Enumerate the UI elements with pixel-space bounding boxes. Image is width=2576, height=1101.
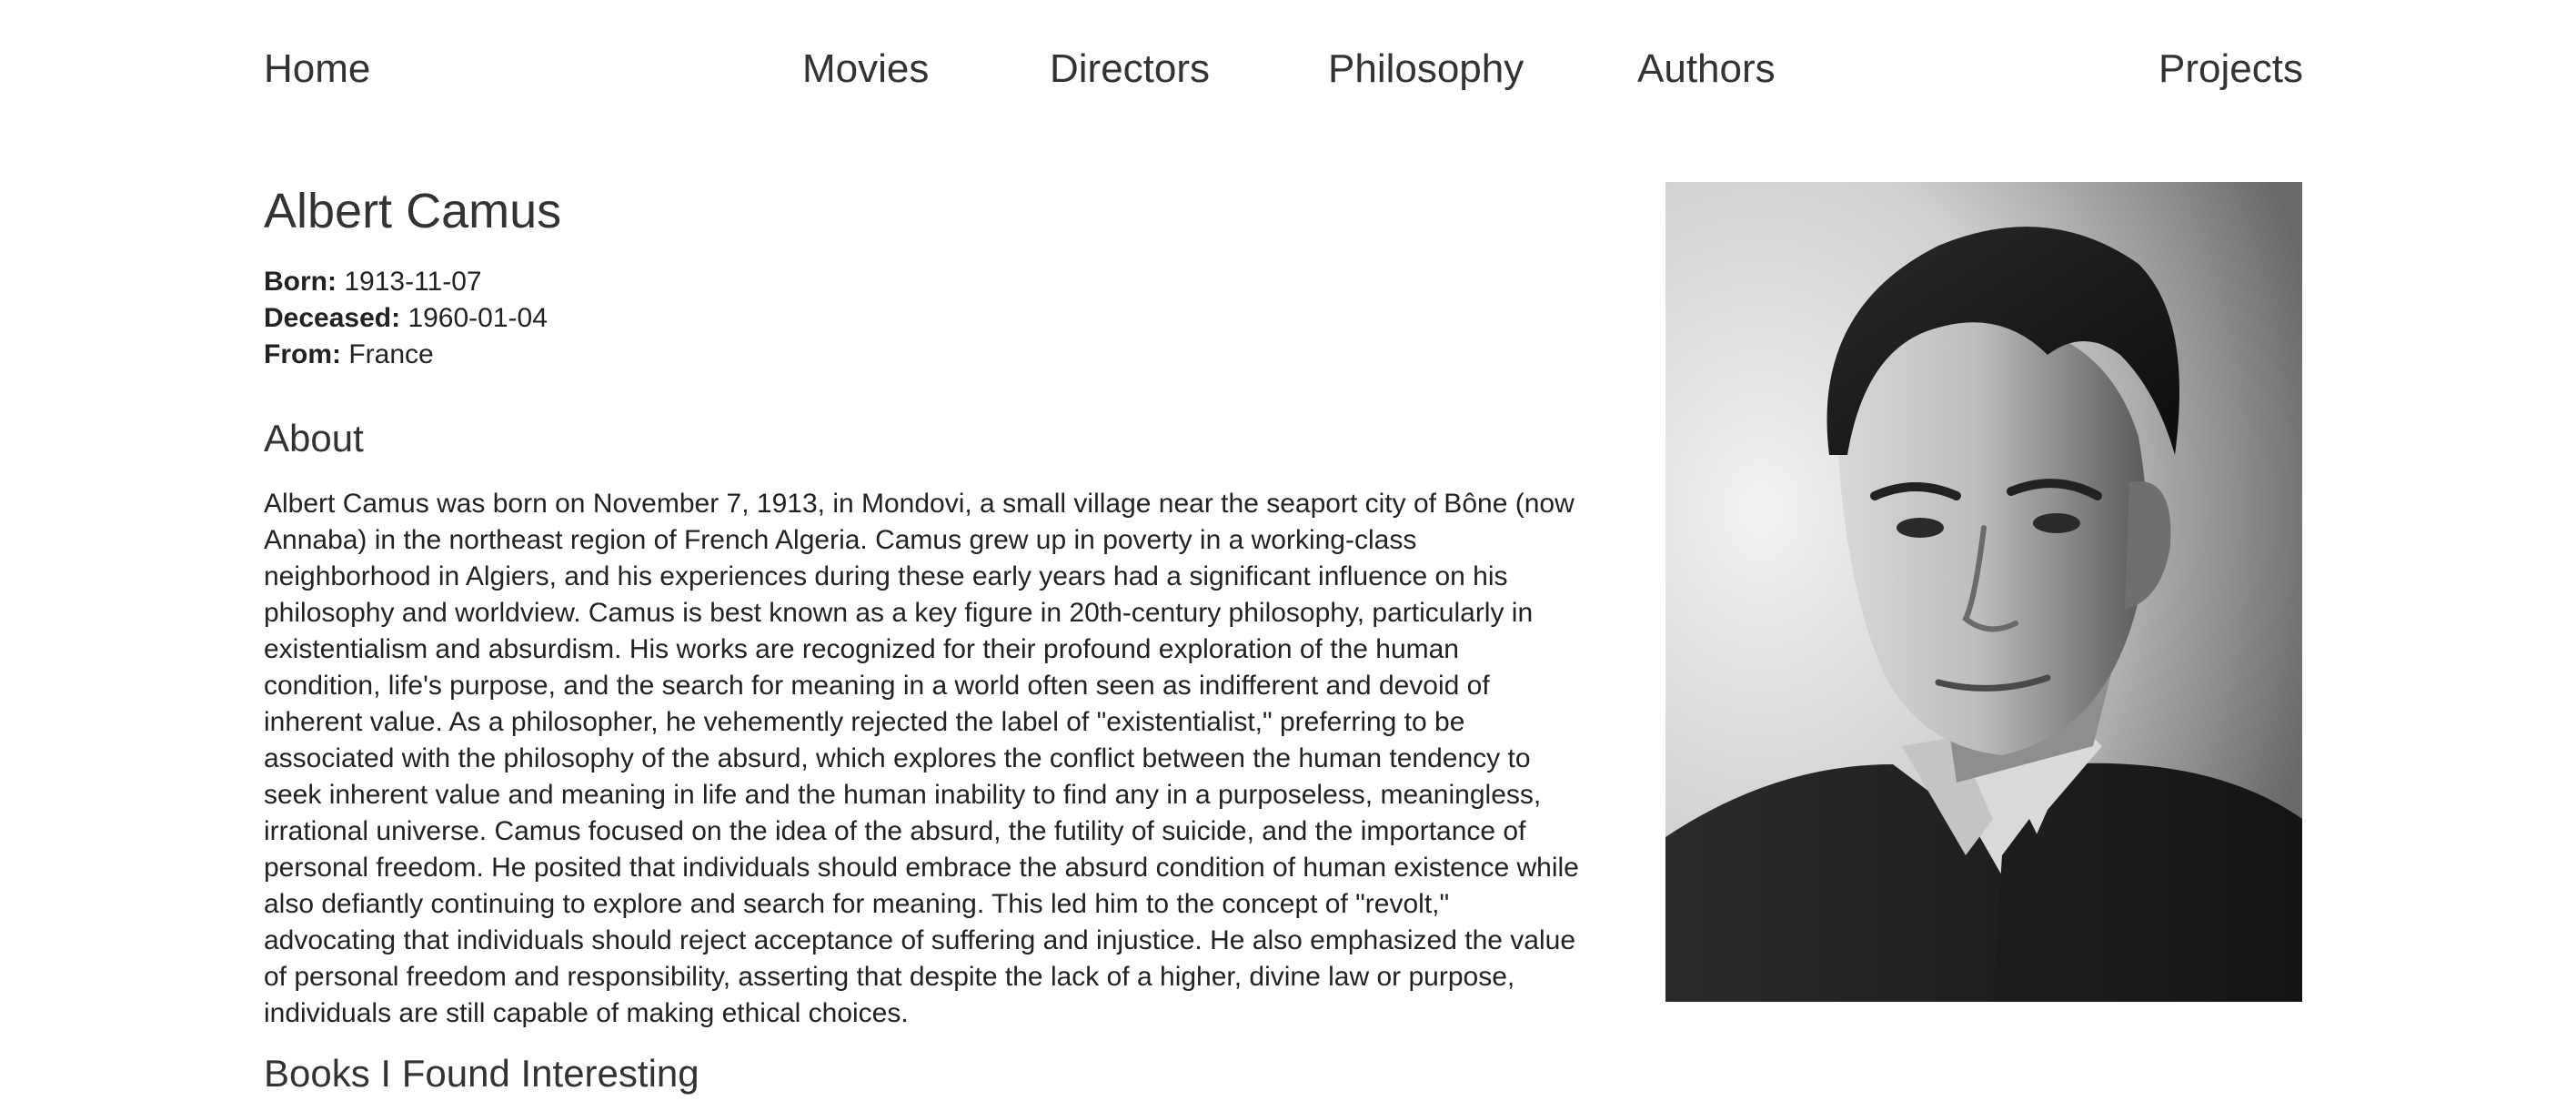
deceased-value: 1960-01-04	[408, 303, 548, 333]
page-title: Albert Camus	[264, 184, 562, 238]
nav-link-movies[interactable]: Movies	[802, 44, 929, 95]
nav-link-philosophy[interactable]: Philosophy	[1328, 44, 1524, 95]
from-label: From:	[264, 339, 341, 369]
from-row: From: France	[264, 337, 1583, 373]
nav-link-home[interactable]: Home	[264, 44, 370, 95]
deceased-row: Deceased: 1960-01-04	[264, 300, 1583, 337]
portrait-image	[1665, 182, 2302, 1002]
top-navigation: Home Movies Directors Philosophy Authors…	[264, 44, 2303, 98]
from-value: France	[348, 339, 434, 369]
nav-link-authors[interactable]: Authors	[1637, 44, 1776, 95]
nav-link-directors[interactable]: Directors	[1050, 44, 1210, 95]
author-portrait-photo	[1665, 182, 2302, 1002]
deceased-label: Deceased:	[264, 303, 401, 333]
about-paragraph: Albert Camus was born on November 7, 191…	[264, 489, 1579, 1028]
about-heading: About	[264, 417, 364, 460]
born-value: 1913-11-07	[344, 267, 482, 297]
books-heading: Books I Found Interesting	[264, 1052, 699, 1095]
author-facts: Born: 1913-11-07 Deceased: 1960-01-04 Fr…	[264, 264, 1583, 373]
author-profile: Albert Camus Born: 1913-11-07 Deceased: …	[264, 182, 1583, 1097]
nav-link-projects[interactable]: Projects	[2158, 44, 2303, 95]
born-row: Born: 1913-11-07	[264, 264, 1583, 300]
born-label: Born:	[264, 267, 337, 297]
